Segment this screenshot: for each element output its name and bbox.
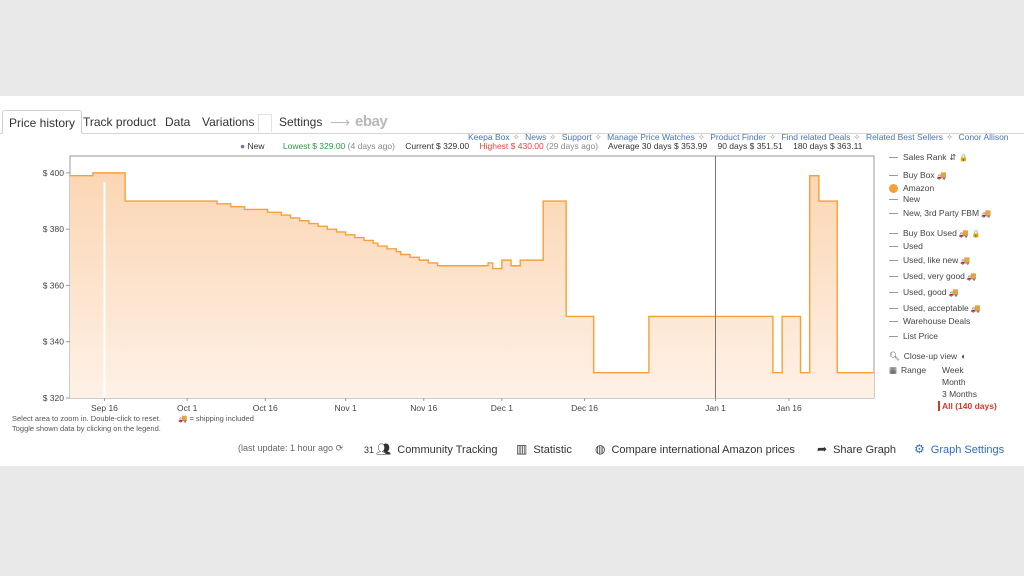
range-week[interactable]: Week (942, 365, 964, 375)
legend-used-very-good[interactable]: Used, very good 🚚 (889, 271, 977, 281)
x-tick-label: Dec 16 (571, 403, 598, 413)
legend-used-good[interactable]: Used, good 🚚 (889, 287, 958, 297)
range-month[interactable]: Month (942, 377, 966, 387)
x-tick-label: Nov 1 (335, 403, 357, 413)
truck-icon: 🚚 (966, 272, 977, 281)
truck-icon: 🚚 (958, 229, 969, 238)
zoom-icon: 🔍︎ (889, 351, 900, 361)
y-tick-label: $ 380 (43, 224, 65, 234)
legend-new[interactable]: New (889, 194, 920, 204)
globe-icon: ◍ (595, 442, 606, 456)
sort-icon[interactable]: ⇵ (949, 153, 956, 162)
lock-icon: 🔒 (971, 231, 981, 238)
truck-icon: 🚚 (970, 304, 981, 313)
gear-icon: ⚙ (914, 442, 925, 456)
users-icon: 👥︎ (376, 442, 392, 456)
tab-track-product[interactable]: Track product (77, 110, 162, 134)
last-update: (last update: 1 hour ago ⟳ (238, 443, 344, 453)
y-tick-label: $ 320 (43, 393, 65, 403)
bar-chart-icon: ▥ (516, 442, 528, 456)
link-best-sellers[interactable]: Related Best Sellers (866, 132, 943, 142)
legend-used[interactable]: Used (889, 241, 923, 251)
refresh-icon[interactable]: ⟳ (336, 443, 344, 453)
tab-bar: Price history Track product Data Variati… (0, 110, 400, 134)
x-tick-label: Sep 16 (91, 403, 118, 413)
chart-hint: Select area to zoom in. Double-click to … (12, 414, 161, 433)
range-label: ▦ Range (889, 365, 927, 375)
y-tick-label: $ 400 (43, 168, 65, 178)
link-user[interactable]: Conor Allison (958, 132, 1008, 142)
shipping-note: 🚚 = shipping included (178, 414, 254, 423)
keepa-panel: Price history Track product Data Variati… (0, 96, 1024, 466)
tab-data[interactable]: Data (159, 110, 196, 134)
legend-buy-box[interactable]: Buy Box 🚚 (889, 170, 947, 180)
truck-icon: 🚚 (960, 256, 971, 265)
x-tick-label: Jan 16 (776, 403, 802, 413)
legend-list-price[interactable]: List Price (889, 331, 938, 341)
tab-variations[interactable]: Variations (196, 110, 260, 134)
calendar-icon: ▦ (889, 365, 898, 375)
x-tick-label: Nov 16 (410, 403, 437, 413)
compare-prices-button[interactable]: ◍ Compare international Amazon prices (595, 442, 795, 456)
statistic-button[interactable]: ▥ Statistic (516, 442, 572, 456)
y-tick-label: $ 360 (43, 280, 65, 290)
legend-new-fbm[interactable]: New, 3rd Party FBM 🚚 (889, 208, 991, 218)
community-count: 31 (364, 445, 375, 455)
share-graph-button[interactable]: ➦ Share Graph (817, 442, 896, 456)
closeup-toggle[interactable]: 🔍︎ Close-up view ◐ (889, 351, 966, 362)
y-tick-label: $ 340 (43, 337, 65, 347)
tab-settings[interactable]: Settings (273, 110, 328, 134)
tab-ebay[interactable]: ebay (349, 110, 393, 134)
legend-amazon[interactable]: Amazon (889, 183, 934, 194)
truck-icon: 🚚 (981, 209, 992, 218)
legend-buy-box-used[interactable]: Buy Box Used 🚚 🔒 (889, 228, 981, 238)
share-icon: ➦ (817, 442, 828, 456)
legend-used-like-new[interactable]: Used, like new 🚚 (889, 255, 970, 265)
lock-icon: 🔒 (959, 155, 968, 162)
legend-sales-rank[interactable]: Sales Rank ⇵ 🔒 (889, 152, 968, 162)
x-tick-label: Oct 1 (177, 403, 198, 413)
tab-price-history[interactable]: Price history (2, 110, 83, 134)
truck-icon: 🚚 (178, 414, 188, 423)
graph-settings-button[interactable]: ⚙ Graph Settings (914, 442, 1004, 456)
x-tick-label: Jan 1 (705, 403, 726, 413)
range-all[interactable]: All (140 days) (938, 401, 997, 411)
x-tick-label: Dec 1 (491, 403, 513, 413)
range-3-months[interactable]: 3 Months (942, 389, 977, 399)
truck-icon: 🚚 (948, 288, 959, 297)
toggle-icon[interactable]: ◐ (961, 351, 966, 361)
tab-placeholder (258, 114, 272, 132)
truck-icon: 🚚 (936, 171, 947, 180)
x-tick-label: Oct 16 (253, 403, 278, 413)
community-tracking-button[interactable]: 31 👥︎ Community Tracking (364, 442, 498, 456)
amazon-dot-icon (889, 184, 898, 194)
legend-used-acceptable[interactable]: Used, acceptable 🚚 (889, 303, 981, 313)
legend-warehouse-deals[interactable]: Warehouse Deals (889, 316, 970, 326)
